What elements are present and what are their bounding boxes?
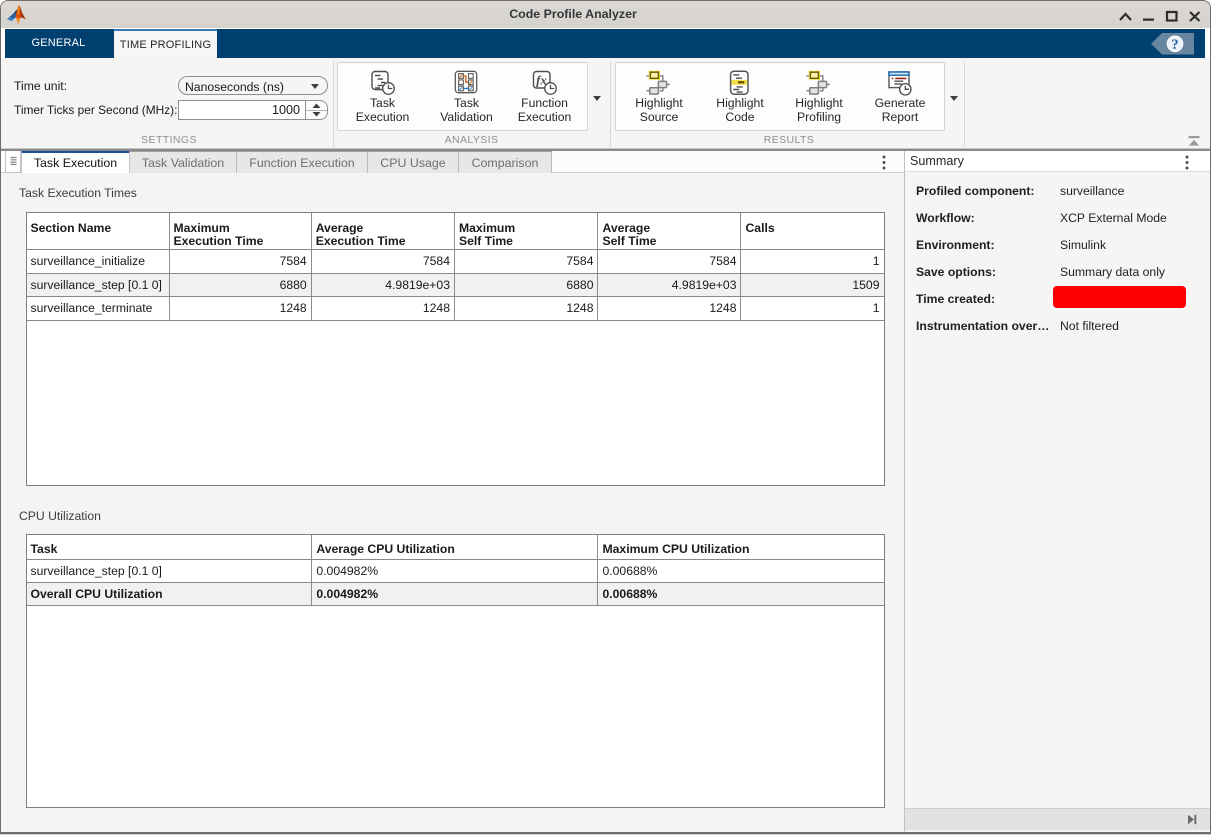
svg-text:?: ? [1171, 37, 1178, 53]
